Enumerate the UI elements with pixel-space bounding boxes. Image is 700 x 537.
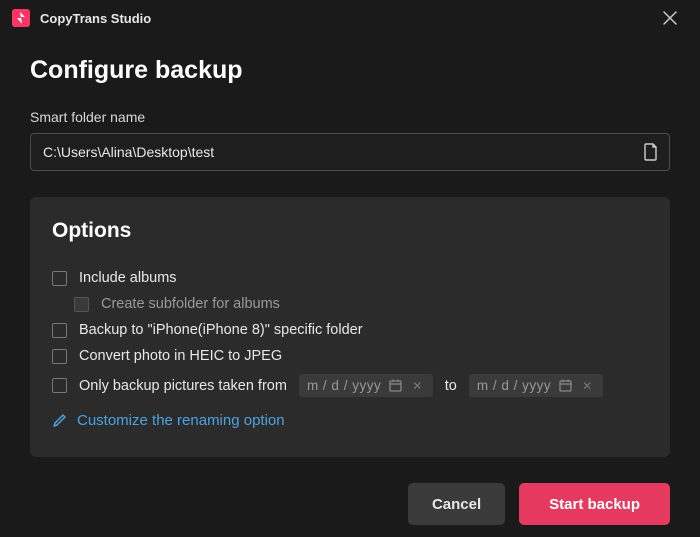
browse-folder-button[interactable] [640,141,662,163]
option-date-range: Only backup pictures taken from m / d / … [52,369,648,402]
option-label: Only backup pictures taken from [79,378,287,394]
option-backup-specific-folder: Backup to "iPhone(iPhone 8)" specific fo… [52,317,648,343]
option-label: Create subfolder for albums [101,296,280,312]
customize-renaming-link[interactable]: Customize the renaming option [52,412,648,429]
checkbox-backup-specific[interactable] [52,323,67,338]
pencil-icon [52,413,67,428]
folder-path-field [30,133,670,171]
option-label: Convert photo in HEIC to JPEG [79,348,282,364]
calendar-icon [559,379,572,392]
clear-date-icon[interactable]: ✕ [410,379,425,393]
window-close-button[interactable] [652,0,688,36]
start-backup-button[interactable]: Start backup [519,483,670,525]
options-panel: Options Include albums Create subfolder … [30,197,670,457]
option-include-albums: Include albums [52,265,648,291]
close-icon [663,11,677,25]
page-title: Configure backup [30,56,670,85]
clear-date-icon[interactable]: ✕ [580,379,595,393]
folder-path-input[interactable] [30,133,670,171]
file-icon [643,143,659,161]
date-to-input[interactable]: m / d / yyyy ✕ [469,374,603,397]
cancel-button[interactable]: Cancel [408,483,505,525]
checkbox-create-subfolder [74,297,89,312]
calendar-icon [389,379,402,392]
options-title: Options [52,219,648,243]
dialog-content: Configure backup Smart folder name Optio… [0,36,700,477]
checkbox-date-range[interactable] [52,378,67,393]
checkbox-include-albums[interactable] [52,271,67,286]
checkbox-convert-heic[interactable] [52,349,67,364]
option-label: Include albums [79,270,177,286]
folder-name-label: Smart folder name [30,109,670,125]
date-placeholder: m / d / yyyy [477,378,551,393]
app-logo-icon [12,9,30,27]
date-placeholder: m / d / yyyy [307,378,381,393]
option-create-subfolder: Create subfolder for albums [52,291,648,317]
option-convert-heic: Convert photo in HEIC to JPEG [52,343,648,369]
title-bar: CopyTrans Studio [0,0,700,36]
dialog-footer: Cancel Start backup [0,477,700,537]
link-text: Customize the renaming option [77,412,285,429]
option-label: Backup to "iPhone(iPhone 8)" specific fo… [79,322,363,338]
app-title: CopyTrans Studio [40,11,151,26]
date-from-input[interactable]: m / d / yyyy ✕ [299,374,433,397]
to-label: to [445,378,457,394]
